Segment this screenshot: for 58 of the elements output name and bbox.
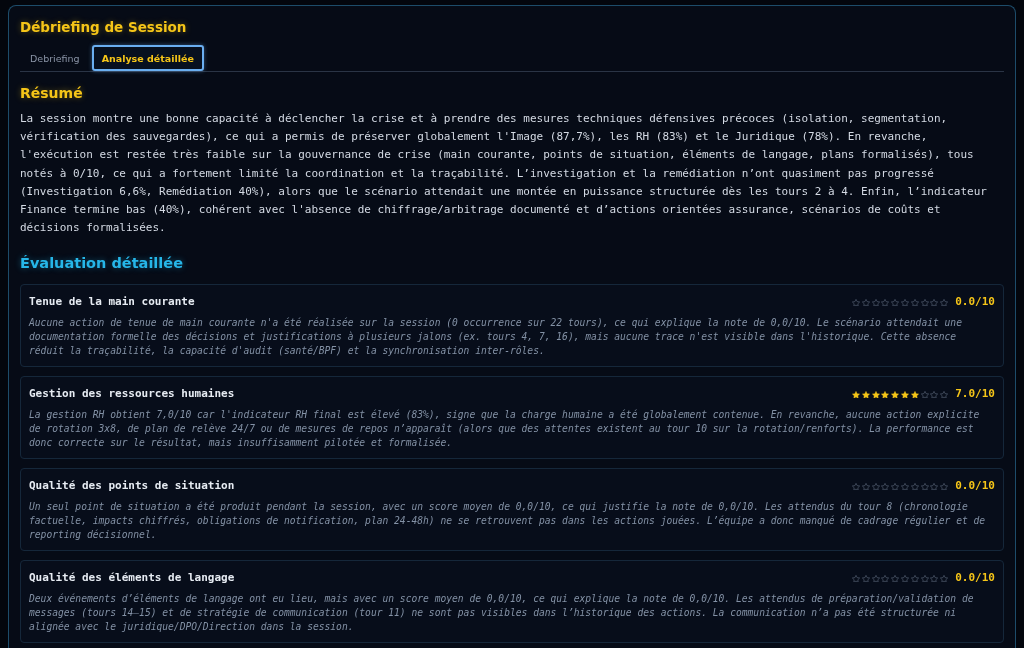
star-icon: [920, 390, 929, 399]
star-icon: [861, 574, 870, 583]
star-icon: [861, 298, 870, 307]
criterion-title: Gestion des ressources humaines: [29, 386, 235, 403]
score-text: 0.0/10: [955, 294, 995, 311]
star-icon: [910, 390, 919, 399]
star-icon: [881, 574, 890, 583]
score-text: 0.0/10: [955, 570, 995, 587]
star-icon: [891, 574, 900, 583]
star-icon: [910, 298, 919, 307]
star-icon: [881, 390, 890, 399]
score-text: 0.0/10: [955, 478, 995, 495]
criterion-description: La gestion RH obtient 7,0/10 car l'indicateur RH final est élevé (83%), signe que la charge humaine a été globalement contenue. En revanche, aucune action explicite de rotation 3x8, de plan de relève 24/7 ou de mesures de repos n’apparaît (alors que des attentes existent au tour 10 sur la rotation/renforts). La performance est donc correcte sur le résultat, mais insuffisamment pilotée et formalisée.: [29, 408, 981, 451]
star-icon: [910, 574, 919, 583]
section-heading: Résumé: [20, 85, 84, 101]
star-icon: [871, 482, 880, 491]
summary-text: La session montre une bonne capacité à déclencher la crise et à prendre des mesures techniques défensives précoces (isolation, segmentation, vérification des sauvegardes), ce qui a permis de préserver globalement l'Image (87,7%), les RH (83%) et le Juridique (78%). En revanche, l'exécution est restée très faible sur la gouvernance de crise (main courante, points de situation, éléments de langage, plans formalisés), tous notés à 0/10, ce qui a fortement limité la coordination et la traçabilité. L’investigation et la remédiation n’ont quasiment pas progressé (Investigation 6,6%, Remédiation 40%), alors que le scénario attendait une montée en puissance structurée dès les tours 2 à 4. Enfin, l’indicateur Finance termine bas (40%), cohérent avec l'absence de chiffrage/arbitrage documenté et d’actions orientées assurance, scénarios de coûts et décisions formalisées.: [20, 111, 988, 237]
star-icon: [881, 298, 890, 307]
star-icon: [940, 390, 949, 399]
star-icon: [891, 482, 900, 491]
criterion-title: Tenue de la main courante: [29, 294, 195, 311]
star-icon: [930, 390, 939, 399]
star-icon: [871, 298, 880, 307]
page-title: Débriefing de Session: [20, 18, 188, 37]
criterion-description: Deux événements d’éléments de langage ont eu lieu, mais avec un score moyen de 0,0/10, ce qui explique la note de 0,0/10. Les attendus de préparation/validation de messages (tours 14–15) et de stratégie de communication (tour 11) ne sont pas visibles dans l’historique des actions. La communication n’a pas été structurée ni alignée avec le juridique/DPO/Direction dans la session.: [29, 592, 975, 635]
star-icon: [901, 574, 910, 583]
criterion-description: Un seul point de situation a été produit pendant la session, avec un score moyen de 0,0/10, ce qui justifie la note de 0,0/10. Les attendus du tour 8 (chronologie factuelle, impacts chiffrés, obligations de notification, plan 24-48h) ne se retrouvent pas dans les actions jouées. L’équipe a donc manqué de cadrage régulier et de reporting décisionnel.: [29, 500, 987, 543]
star-icon: [861, 390, 870, 399]
tab[interactable]: Analyse détaillée: [91, 45, 204, 71]
star-icon: [852, 390, 861, 399]
criterion-title: Qualité des éléments de langage: [29, 570, 235, 587]
star-icon: [871, 574, 880, 583]
star-icon: [940, 482, 949, 491]
section-heading: Évaluation détaillée: [20, 254, 184, 273]
star-icon: [930, 574, 939, 583]
star-icon: [920, 298, 929, 307]
star-icon: [891, 298, 900, 307]
tab[interactable]: Debriefing: [20, 45, 90, 71]
star-icon: [930, 298, 939, 307]
star-icon: [871, 390, 880, 399]
star-icon: [920, 574, 929, 583]
star-icon: [891, 390, 900, 399]
star-icon: [852, 482, 861, 491]
star-icon: [901, 298, 910, 307]
criterion-description: Aucune action de tenue de main courante n'a été réalisée sur la session (0 occurrence sur 22 tours), ce qui explique la note de 0,0/10. Le scénario attendait une documentation formelle des décisions et justifications à plusieurs jalons (ex. tours 4, 7, 16), mais aucune trace n'est visible dans l'historique. Cette absence réduit la traçabilité, la capacité d'audit (santé/BPF) et la synchronisation inter-rôles.: [29, 316, 963, 359]
criterion-title: Qualité des points de situation: [29, 478, 235, 495]
star-icon: [940, 298, 949, 307]
star-icon: [852, 574, 861, 583]
score-text: 7.0/10: [955, 386, 995, 403]
star-icon: [940, 574, 949, 583]
star-icon: [881, 482, 890, 491]
star-icon: [861, 482, 870, 491]
star-icon: [930, 482, 939, 491]
star-icon: [901, 390, 910, 399]
star-icon: [910, 482, 919, 491]
star-icon: [901, 482, 910, 491]
star-icon: [852, 298, 861, 307]
star-icon: [920, 482, 929, 491]
